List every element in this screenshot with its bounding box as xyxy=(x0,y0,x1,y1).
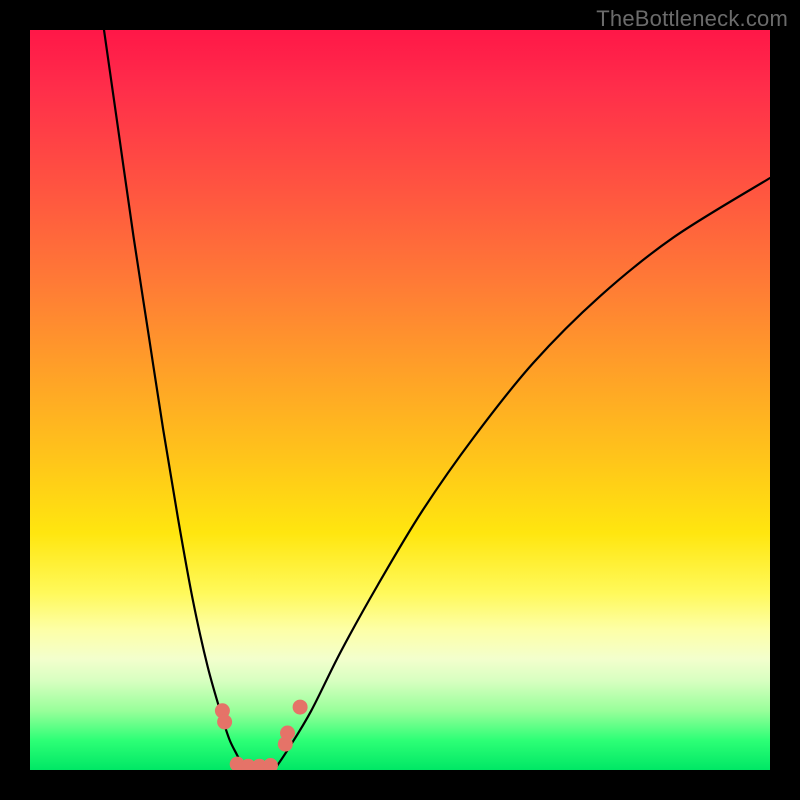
data-marker xyxy=(263,758,278,770)
series-left-curve xyxy=(104,30,245,770)
data-marker xyxy=(293,700,308,715)
plot-area xyxy=(30,30,770,770)
watermark-text: TheBottleneck.com xyxy=(596,6,788,32)
data-marker xyxy=(217,714,232,729)
curve-layer xyxy=(104,30,770,770)
data-marker xyxy=(280,726,295,741)
chart-frame: TheBottleneck.com xyxy=(0,0,800,800)
series-right-curve xyxy=(274,178,770,770)
curves-svg xyxy=(30,30,770,770)
